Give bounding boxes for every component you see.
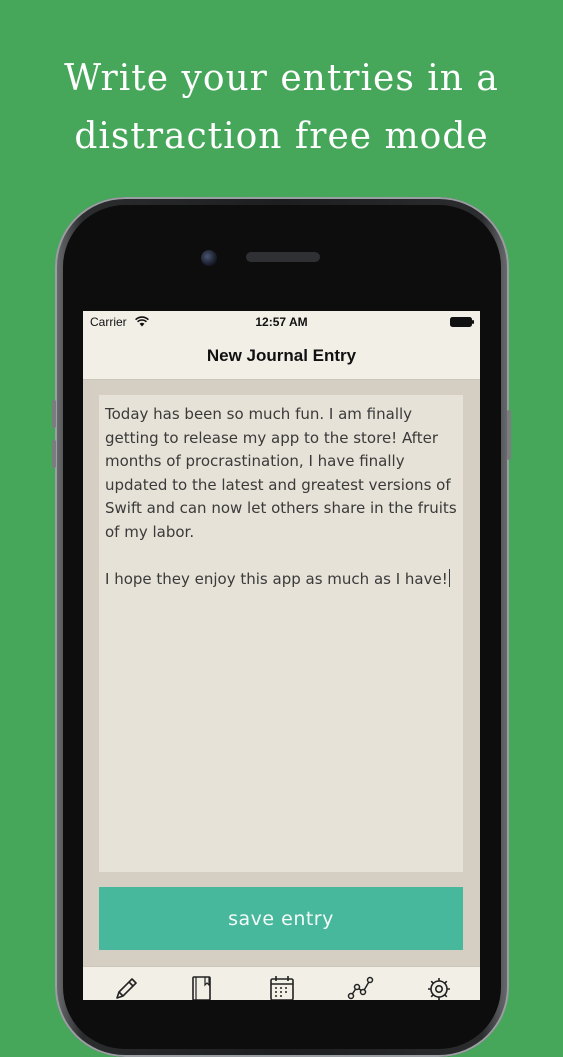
- tab-stats[interactable]: [346, 973, 376, 1000]
- navigation-bar: New Journal Entry: [83, 333, 480, 380]
- text-cursor: [448, 568, 451, 587]
- tab-calendar[interactable]: [267, 973, 297, 1000]
- volume-button: [52, 400, 56, 428]
- page-title: New Journal Entry: [206, 346, 357, 365]
- battery-icon: [450, 317, 474, 327]
- entry-text: Today has been so much fun. I am finally…: [105, 403, 461, 591]
- calendar-icon: [270, 976, 294, 1000]
- tab-journal[interactable]: [186, 973, 216, 1000]
- journal-icon: [192, 976, 211, 1000]
- headline-line-2: distraction free mode: [74, 116, 489, 157]
- status-time: 12:57 AM: [255, 315, 308, 329]
- tab-settings[interactable]: [424, 973, 454, 1000]
- speaker-grille: [246, 252, 320, 262]
- status-bar: Carrier 12:57 AM: [83, 311, 480, 333]
- headline-line-1: Write your entries in a: [64, 58, 499, 99]
- headline: Write your entries in a distraction free…: [0, 50, 563, 166]
- entry-text-area[interactable]: Today has been so much fun. I am finally…: [99, 395, 463, 872]
- volume-button: [52, 440, 56, 468]
- entry-text-content: Today has been so much fun. I am finally…: [105, 405, 457, 588]
- save-entry-button[interactable]: save entry: [99, 887, 463, 950]
- tab-bar: [83, 966, 480, 1000]
- tab-write[interactable]: [111, 973, 141, 1000]
- phone-screen: Carrier 12:57 AM New Journal Entry Today…: [83, 311, 480, 1000]
- power-button: [507, 410, 511, 460]
- pencil-icon: [116, 978, 137, 999]
- gear-icon: [428, 978, 450, 1000]
- chart-icon: [347, 976, 374, 1000]
- camera-icon: [201, 250, 217, 266]
